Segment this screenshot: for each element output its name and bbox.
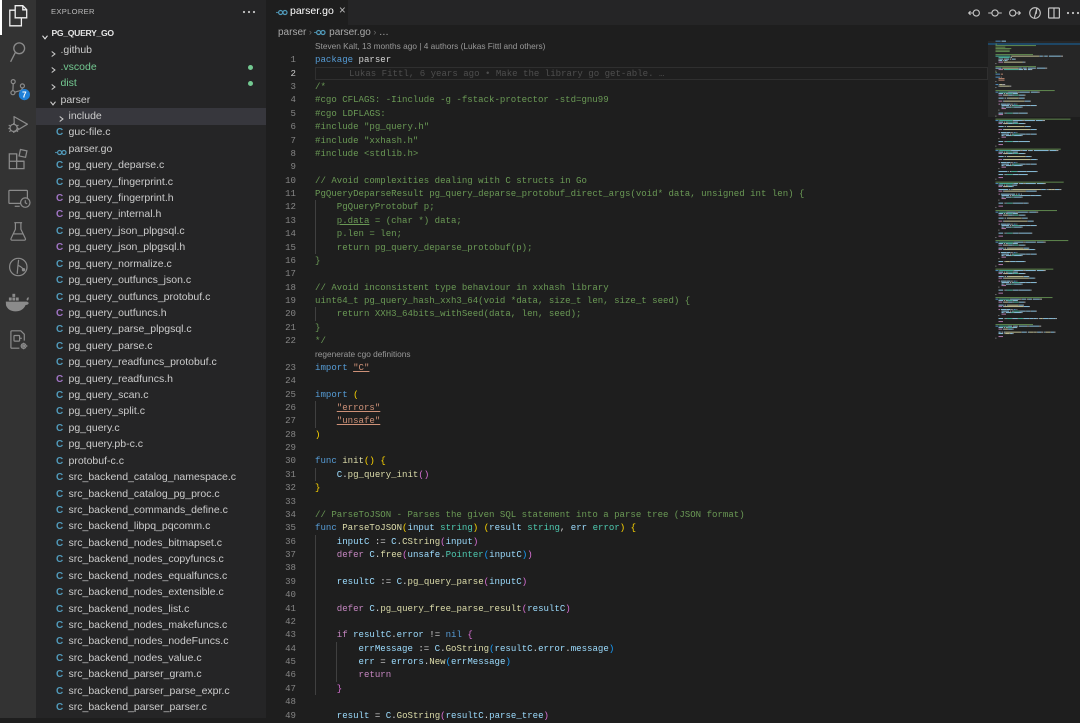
svg-text:7: 7 — [22, 90, 27, 99]
